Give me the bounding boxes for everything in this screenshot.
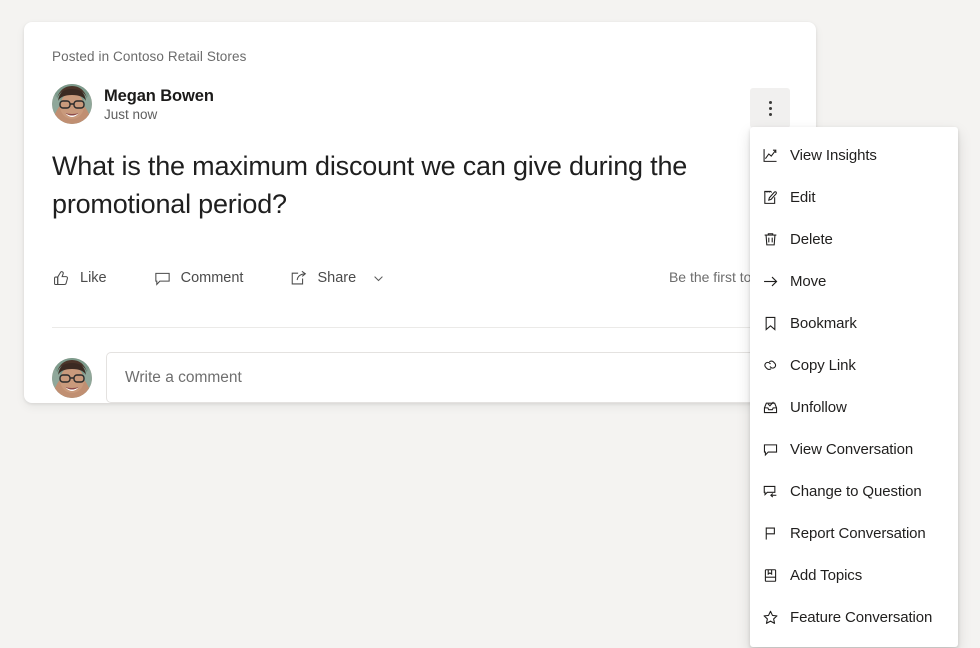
- flag-icon: [760, 523, 780, 543]
- like-button[interactable]: Like: [52, 269, 107, 288]
- chevron-down-icon[interactable]: [372, 272, 385, 285]
- menu-item-edit[interactable]: Edit: [750, 176, 958, 218]
- menu-label: Unfollow: [790, 398, 847, 416]
- menu-item-change-to-question[interactable]: Change to Question: [750, 470, 958, 512]
- post-body-text: What is the maximum discount we can give…: [52, 151, 688, 220]
- menu-label: Add Topics: [790, 566, 863, 584]
- speech-bubble-icon: [760, 439, 780, 459]
- menu-item-copy-link[interactable]: Copy Link: [750, 344, 958, 386]
- menu-label: Bookmark: [790, 314, 857, 332]
- menu-label: Edit: [790, 188, 816, 206]
- comment-input-box[interactable]: [106, 352, 778, 403]
- bookmark-icon: [760, 313, 780, 333]
- comment-button[interactable]: Comment: [153, 269, 244, 288]
- author-name[interactable]: Megan Bowen: [104, 87, 214, 106]
- trash-icon: [760, 229, 780, 249]
- thumbs-up-icon: [52, 269, 71, 288]
- menu-label: View Conversation: [790, 440, 914, 458]
- menu-label: Copy Link: [790, 356, 856, 374]
- menu-item-delete[interactable]: Delete: [750, 218, 958, 260]
- card-divider: [52, 327, 788, 328]
- share-label: Share: [317, 270, 357, 286]
- post-timestamp: Just now: [104, 106, 158, 122]
- menu-item-unfollow[interactable]: Unfollow: [750, 386, 958, 428]
- share-icon: [289, 269, 308, 288]
- author-row: Megan Bowen Just now: [52, 84, 214, 124]
- menu-label: View Insights: [790, 146, 877, 164]
- menu-item-move[interactable]: Move: [750, 260, 958, 302]
- menu-label: Feature Conversation: [790, 608, 933, 626]
- more-vertical-icon: [768, 100, 772, 116]
- post-card: Posted in Contoso Retail Stores Megan Bo…: [24, 22, 816, 403]
- comment-composer-row: [52, 352, 778, 403]
- menu-item-feature-conversation[interactable]: Feature Conversation: [750, 596, 958, 638]
- menu-label: Report Conversation: [790, 524, 926, 542]
- comment-label: Comment: [180, 270, 244, 286]
- menu-item-view-conversation[interactable]: View Conversation: [750, 428, 958, 470]
- menu-item-view-insights[interactable]: View Insights: [750, 134, 958, 176]
- comment-bubble-icon: [153, 269, 172, 288]
- comment-input[interactable]: [125, 368, 759, 387]
- like-label: Like: [80, 270, 107, 286]
- link-chain-icon: [760, 355, 780, 375]
- menu-item-bookmark[interactable]: Bookmark: [750, 302, 958, 344]
- posted-in-label: Posted in Contoso Retail Stores: [52, 49, 247, 64]
- avatar-current-user[interactable]: [52, 357, 92, 398]
- menu-label: Change to Question: [790, 482, 922, 500]
- menu-label: Delete: [790, 230, 833, 248]
- edit-pencil-icon: [760, 187, 780, 207]
- line-chart-icon: [760, 145, 780, 165]
- book-tag-icon: [760, 565, 780, 585]
- post-more-options-button[interactable]: [750, 88, 790, 128]
- star-icon: [760, 607, 780, 627]
- avatar[interactable]: [52, 84, 92, 124]
- bubble-arrow-icon: [760, 481, 780, 501]
- share-button[interactable]: Share: [289, 269, 385, 288]
- post-context-menu: View Insights Edit Delete Move Bookmark …: [750, 127, 958, 647]
- inbox-check-icon: [760, 397, 780, 417]
- menu-item-report-conversation[interactable]: Report Conversation: [750, 512, 958, 554]
- menu-item-add-topics[interactable]: Add Topics: [750, 554, 958, 596]
- author-meta: Megan Bowen Just now: [104, 87, 214, 122]
- arrow-right-icon: [760, 271, 780, 291]
- menu-label: Move: [790, 272, 827, 290]
